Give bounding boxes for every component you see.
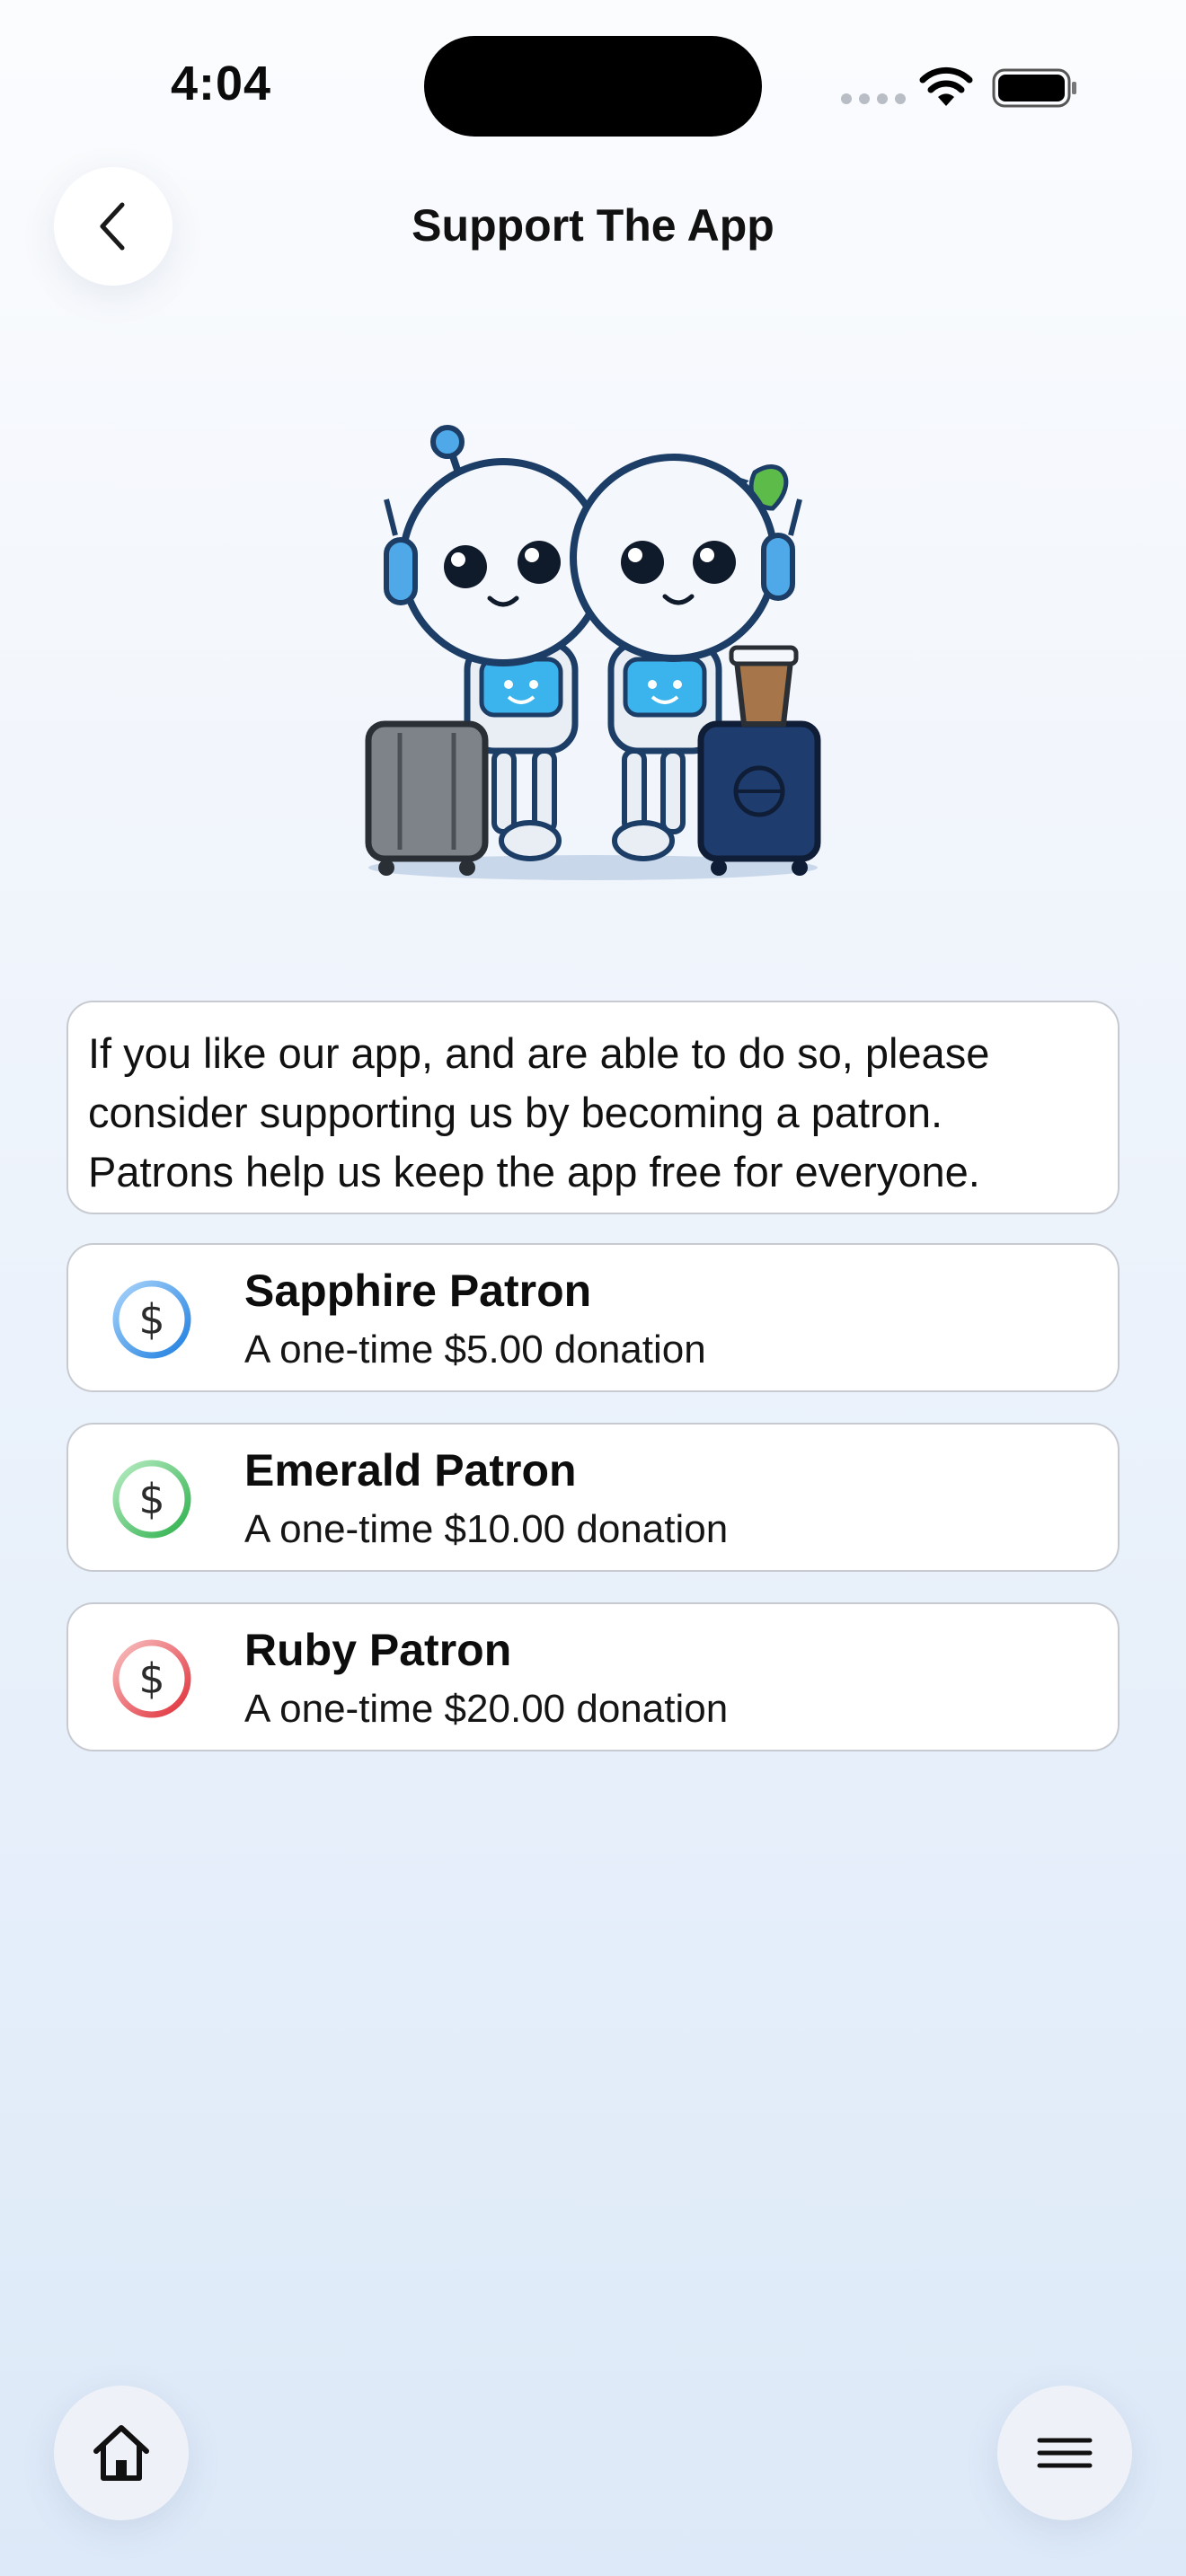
status-time: 4:04 <box>171 57 272 110</box>
svg-text:$: $ <box>138 1475 164 1523</box>
intro-text-card: If you like our app, and are able to do … <box>66 1001 1120 1214</box>
svg-text:$: $ <box>138 1654 164 1703</box>
wifi-icon <box>919 66 973 106</box>
dynamic-island <box>424 36 762 137</box>
tier-title: Sapphire Patron <box>244 1266 592 1316</box>
home-button[interactable] <box>54 2386 189 2520</box>
ruby-patron-button[interactable]: $ Ruby Patron A one-time $20.00 donation <box>66 1602 1120 1751</box>
dollar-icon: $ <box>112 1280 191 1359</box>
tier-title: Emerald Patron <box>244 1445 577 1495</box>
intro-text: If you like our app, and are able to do … <box>88 1029 990 1195</box>
home-icon <box>93 2425 149 2481</box>
cellular-signal-icon <box>841 93 906 104</box>
menu-icon <box>1037 2438 1093 2468</box>
tier-subtitle: A one-time $20.00 donation <box>244 1687 729 1731</box>
svg-text:$: $ <box>138 1295 164 1344</box>
tier-title: Ruby Patron <box>244 1625 512 1675</box>
sapphire-patron-button[interactable]: $ Sapphire Patron A one-time $5.00 donat… <box>66 1243 1120 1392</box>
emerald-patron-button[interactable]: $ Emerald Patron A one-time $10.00 donat… <box>66 1423 1120 1572</box>
dollar-icon: $ <box>112 1460 191 1539</box>
menu-button[interactable] <box>997 2386 1132 2520</box>
battery-icon <box>992 68 1076 108</box>
tier-subtitle: A one-time $5.00 donation <box>244 1328 706 1372</box>
dollar-icon: $ <box>112 1639 191 1718</box>
robot-travelers-illustration <box>365 425 821 880</box>
tier-subtitle: A one-time $10.00 donation <box>244 1507 729 1551</box>
page-title: Support The App <box>412 200 774 251</box>
